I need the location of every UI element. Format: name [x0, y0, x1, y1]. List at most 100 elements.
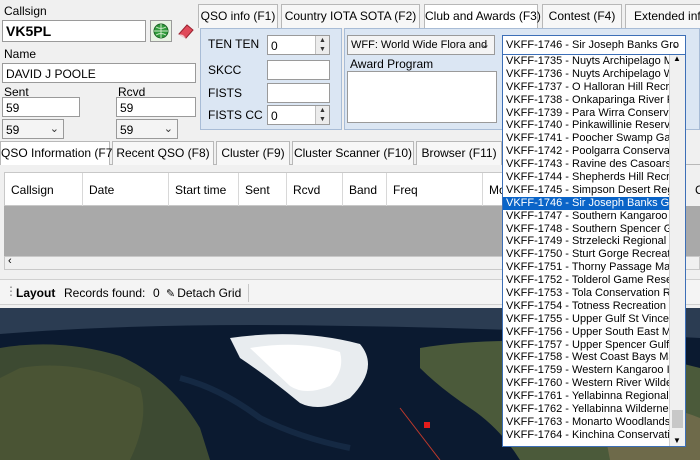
dropdown-item[interactable]: VKFF-1758 - West Coast Bays Mari — [503, 351, 670, 364]
eraser-icon — [178, 24, 194, 39]
dropdown-item[interactable]: VKFF-1763 - Monarto Woodlands C — [503, 416, 670, 429]
layout-button[interactable]: Layout — [16, 286, 55, 300]
col-extra[interactable]: C — [689, 173, 700, 207]
award-reference-select[interactable]: VKFF-1746 - Sir Joseph Banks Gro ⌄ — [502, 35, 686, 55]
chevron-down-icon: ⌄ — [163, 123, 173, 135]
col-freq[interactable]: Freq — [387, 173, 483, 207]
detach-grid-label: Detach Grid — [177, 286, 242, 300]
clear-eraser-button[interactable] — [175, 20, 197, 42]
tenten-input[interactable]: 0 ▲ ▼ — [267, 35, 330, 55]
tab-browser[interactable]: Browser (F11) — [416, 141, 502, 165]
lookup-globe-button[interactable] — [150, 20, 172, 42]
fists-input[interactable] — [267, 83, 330, 103]
records-label: Records found: — [64, 286, 146, 300]
dropdown-item[interactable]: VKFF-1736 - Nuyts Archipelago Wi — [503, 68, 670, 81]
tab-cluster[interactable]: Cluster (F9) — [216, 141, 290, 165]
dropdown-item[interactable]: VKFF-1755 - Upper Gulf St Vincent — [503, 313, 670, 326]
award-reference-dropdown[interactable]: VKFF-1735 - Nuyts Archipelago Ma VKFF-173… — [502, 54, 686, 447]
col-band[interactable]: Band — [343, 173, 387, 207]
dropdown-item[interactable]: VKFF-1762 - Yellabinna Wilderness — [503, 403, 670, 416]
dropdown-item[interactable]: VKFF-1757 - Upper Spencer Gulf M — [503, 339, 670, 352]
spin-up-icon: ▲ — [319, 107, 326, 114]
tab-contest[interactable]: Contest (F4) — [542, 4, 622, 28]
dropdown-item[interactable]: VKFF-1746 - Sir Joseph Banks Gro — [503, 196, 670, 210]
rcvd-input[interactable]: 59 — [116, 97, 196, 117]
award-type-value: WFF: World Wide Flora and — [351, 39, 488, 51]
dropdown-scroll-thumb[interactable] — [672, 410, 683, 428]
chevron-down-icon: ⌄ — [480, 39, 490, 51]
skcc-label: SKCC — [208, 63, 242, 77]
col-sent[interactable]: Sent — [239, 173, 287, 207]
fistscc-spinner[interactable]: ▲ ▼ — [315, 106, 329, 124]
spin-up-icon: ▲ — [319, 37, 326, 44]
col-start-time[interactable]: Start time — [169, 173, 239, 207]
callsign-input[interactable]: VK5PL — [2, 20, 146, 42]
tab-country-iota-sota[interactable]: Country IOTA SOTA (F2) — [281, 4, 420, 28]
sent-select[interactable]: 59 ⌄ — [2, 119, 64, 139]
scroll-up-icon[interactable]: ▲ — [673, 55, 681, 63]
dropdown-item[interactable]: VKFF-1761 - Yellabinna Regional R — [503, 390, 670, 403]
chevron-down-icon: ⌄ — [671, 39, 681, 51]
dropdown-item[interactable]: VKFF-1737 - O Halloran Hill Recrea — [503, 81, 670, 94]
tenten-spinner[interactable]: ▲ ▼ — [315, 36, 329, 54]
name-label: Name — [4, 47, 37, 61]
dropdown-item[interactable]: VKFF-1759 - Western Kangaroo Isl — [503, 364, 670, 377]
fists-label: FISTS — [208, 86, 243, 100]
tenten-value: 0 — [271, 39, 278, 53]
dropdown-item[interactable]: VKFF-1744 - Shepherds Hill Recrea — [503, 171, 670, 184]
spin-down-icon: ▼ — [319, 116, 326, 123]
dropdown-item[interactable]: VKFF-1748 - Southern Spencer Gu — [503, 223, 670, 236]
records-count: 0 — [153, 286, 160, 300]
chevron-left-icon[interactable]: ‹ — [8, 255, 12, 267]
dropdown-scrollbar[interactable]: ▲ ▼ — [669, 55, 685, 446]
tab-cluster-scanner[interactable]: Cluster Scanner (F10) — [292, 141, 414, 165]
award-reference-value: VKFF-1746 - Sir Joseph Banks Gro — [506, 39, 680, 51]
dropdown-item[interactable]: VKFF-1754 - Totness Recreation P — [503, 300, 670, 313]
tenten-label: TEN TEN — [208, 37, 260, 51]
globe-icon — [153, 23, 169, 39]
skcc-input[interactable] — [267, 60, 330, 80]
sent-input[interactable]: 59 — [2, 97, 80, 117]
tab-qso-info[interactable]: QSO info (F1) — [198, 4, 278, 28]
tab-club-and-awards[interactable]: Club and Awards (F3) — [424, 4, 541, 28]
tab-extended-info[interactable]: Extended info — [625, 4, 700, 28]
dropdown-item[interactable]: VKFF-1742 - Poolgarra Conservatio — [503, 145, 670, 158]
dropdown-item[interactable]: VKFF-1741 - Poocher Swamp Gam — [503, 132, 670, 145]
detach-grid-button[interactable]: ✎ Detach Grid — [166, 286, 241, 300]
dropdown-item[interactable]: VKFF-1749 - Strzelecki Regional R — [503, 235, 670, 248]
col-callsign[interactable]: Callsign — [5, 173, 83, 207]
tab-recent-qso[interactable]: Recent QSO (F8) — [112, 141, 214, 165]
dropdown-item[interactable]: VKFF-1760 - Western River Wilden — [503, 377, 670, 390]
dropdown-item[interactable]: VKFF-1750 - Sturt Gorge Recreatio — [503, 248, 670, 261]
award-type-select[interactable]: WFF: World Wide Flora and ⌄ — [347, 35, 495, 55]
name-input[interactable]: DAVID J POOLE — [2, 63, 196, 83]
rcvd-select[interactable]: 59 ⌄ — [116, 119, 178, 139]
toolbar-separator — [248, 284, 249, 302]
dropdown-item[interactable]: VKFF-1740 - Pinkawillinie Reservoi — [503, 119, 670, 132]
dropdown-item[interactable]: VKFF-1753 - Tola Conservation Re — [503, 287, 670, 300]
dropdown-item[interactable]: VKFF-1745 - Simpson Desert Regio — [503, 184, 670, 197]
dropdown-item[interactable]: VKFF-1739 - Para Wirra Conservati — [503, 107, 670, 120]
dropdown-item[interactable]: VKFF-1738 - Onkaparinga River Re — [503, 94, 670, 107]
dropdown-item[interactable]: VKFF-1751 - Thorny Passage Marin — [503, 261, 670, 274]
pin-icon: ✎ — [166, 287, 176, 300]
chevron-down-icon: ⌄ — [49, 123, 59, 135]
rcvd-select-value: 59 — [120, 123, 134, 137]
dropdown-item[interactable]: VKFF-1735 - Nuyts Archipelago Ma — [503, 55, 670, 68]
fistscc-input[interactable]: 0 ▲ ▼ — [267, 105, 330, 125]
fistscc-label: FISTS CC — [208, 108, 263, 122]
scroll-down-icon[interactable]: ▼ — [673, 436, 681, 445]
dropdown-item[interactable]: VKFF-1747 - Southern Kangaroo Is — [503, 210, 670, 223]
fistscc-value: 0 — [271, 109, 278, 123]
dropdown-item[interactable]: VKFF-1764 - Kinchina Conservation — [503, 429, 670, 442]
spin-down-icon: ▼ — [319, 46, 326, 53]
dropdown-item[interactable]: VKFF-1743 - Ravine des Casoars W — [503, 158, 670, 171]
callsign-label: Callsign — [4, 4, 47, 18]
tab-qso-information[interactable]: QSO Information (F7) — [0, 141, 116, 165]
dropdown-item[interactable]: VKFF-1756 - Upper South East Ma — [503, 326, 670, 339]
award-program-box[interactable] — [347, 71, 497, 123]
sent-select-value: 59 — [6, 123, 20, 137]
col-rcvd[interactable]: Rcvd — [287, 173, 343, 207]
col-date[interactable]: Date — [83, 173, 169, 207]
dropdown-item[interactable]: VKFF-1752 - Tolderol Game Reserv — [503, 274, 670, 287]
